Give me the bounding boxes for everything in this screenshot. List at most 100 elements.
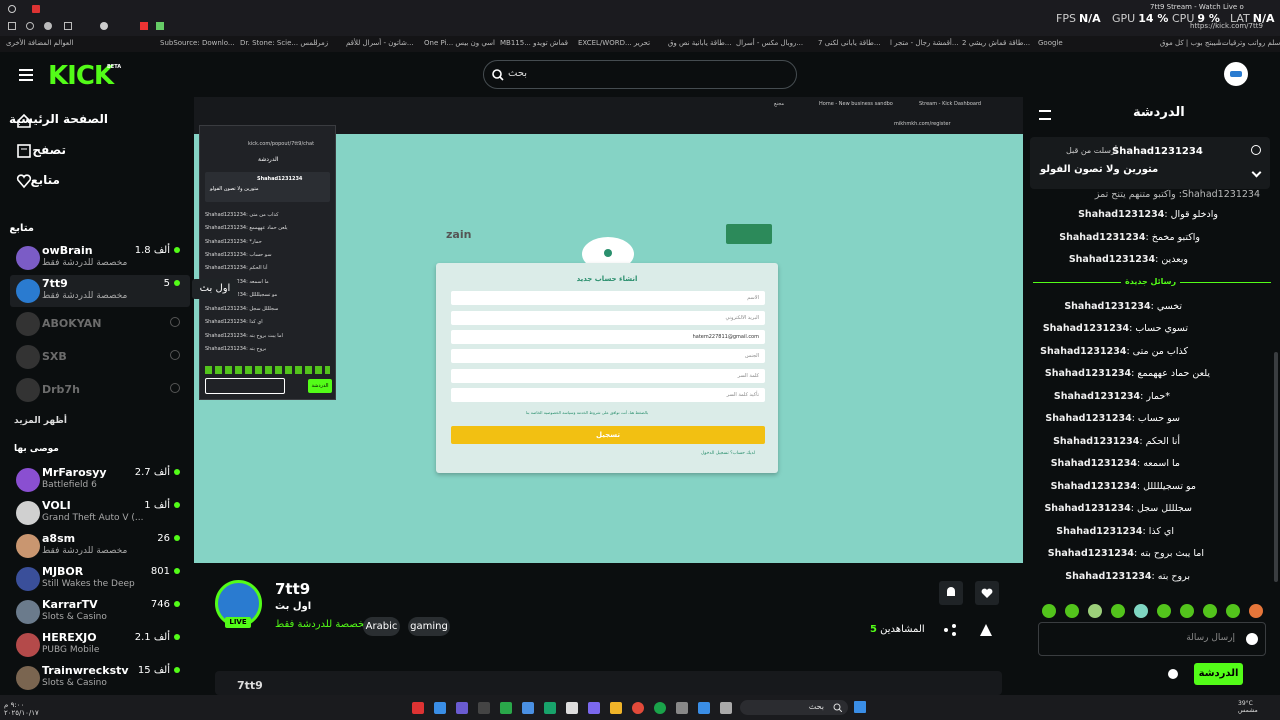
emote-icon[interactable] <box>1226 604 1240 618</box>
unpin-icon[interactable] <box>1251 145 1261 155</box>
settings-icon[interactable] <box>44 22 52 30</box>
reload-icon[interactable] <box>26 22 34 30</box>
active-tab-title[interactable]: 7tt9 Stream - Watch Live o <box>1150 3 1244 11</box>
sidebar-channel-active[interactable]: 7tt9 مخصصة للدردشة فقط 5 <box>10 275 190 307</box>
sidebar-channel-offline[interactable]: ABOKYAN <box>10 308 190 340</box>
weather-widget[interactable]: 39°C مشمس <box>1238 700 1258 714</box>
video-player[interactable]: Home - New business sandbo Stream - Kick… <box>194 97 1023 563</box>
report-icon[interactable] <box>980 624 992 636</box>
taskbar-clock[interactable]: ٩:٠٠ م ٢٠٢٥/١٠/١٧ <box>4 701 39 717</box>
extension-icon[interactable] <box>140 22 148 30</box>
chat-settings-icon[interactable] <box>1168 669 1178 679</box>
follow-button[interactable] <box>975 581 999 605</box>
bookmark[interactable]: Dr. Stone: Scie... المس <box>240 39 317 47</box>
recommended-channel[interactable]: KarrarTV Slots & Casino 746 <box>10 596 190 628</box>
star-icon[interactable] <box>64 22 72 30</box>
emote-icon[interactable] <box>1180 604 1194 618</box>
app-icon[interactable] <box>654 702 666 714</box>
app-icon[interactable] <box>434 702 446 714</box>
offline-icon <box>170 317 180 327</box>
chat-message: أنا الحكم :Shahad1231234 <box>1053 436 1180 447</box>
bookmark[interactable]: SubSource: Downlo... <box>160 39 235 47</box>
app-icon[interactable] <box>500 702 512 714</box>
recommended-channel[interactable]: MrFarosyy Battlefield 6 2.7 ألف <box>10 464 190 496</box>
emote-icon[interactable] <box>1088 604 1102 618</box>
notification-button[interactable] <box>939 581 963 605</box>
bookmark[interactable]: EXCEL/WORD... تحرير <box>578 39 650 47</box>
share-icon[interactable] <box>944 624 956 636</box>
collapse-chat-icon[interactable] <box>1039 110 1051 120</box>
bookmark[interactable]: طاقة يابانى لكنى 7... <box>818 39 881 47</box>
search-input[interactable]: بحث <box>508 68 527 79</box>
nav-home[interactable]: الصفحة الرئيسية <box>9 112 108 126</box>
app-icon[interactable] <box>544 702 556 714</box>
recommended-channel[interactable]: Trainwreckstv Slots & Casino 15 ألف <box>10 662 190 694</box>
bookmark[interactable]: روبال مكس - أسرال... <box>736 39 803 47</box>
beta-badge: BETA <box>107 64 122 70</box>
app-icon[interactable] <box>698 702 710 714</box>
tag-arabic[interactable]: Arabic <box>363 617 400 636</box>
search-bar[interactable]: بحث <box>483 60 797 89</box>
app-icon[interactable] <box>566 702 578 714</box>
emote-icon[interactable] <box>1157 604 1171 618</box>
chat-input[interactable]: إرسال رسالة <box>1038 622 1266 656</box>
send-chat-button[interactable]: الدردشة <box>1194 663 1243 685</box>
taskbar-search[interactable]: بحث <box>740 700 848 715</box>
emote-icon[interactable] <box>1111 604 1125 618</box>
emote-picker-icon[interactable] <box>1246 633 1258 645</box>
user-avatar[interactable] <box>1224 62 1248 86</box>
emote-icon[interactable] <box>1065 604 1079 618</box>
brand-logo <box>726 224 772 244</box>
tag-gaming[interactable]: gaming <box>408 617 450 636</box>
app-icon[interactable] <box>456 702 468 714</box>
recommended-channel[interactable]: MJBOR Still Wakes the Deep 801 <box>10 563 190 595</box>
hamburger-menu-icon[interactable] <box>19 69 33 71</box>
bookmark[interactable]: طاقة قماش ريشي 2... <box>962 39 1030 47</box>
browser-menu-icon[interactable] <box>8 5 16 13</box>
app-icon[interactable] <box>478 702 490 714</box>
bookmark[interactable]: MB115... قماش تويدو <box>500 39 568 47</box>
windows-start-icon[interactable] <box>854 701 866 713</box>
bookmark[interactable]: طاقة يابانية نص وق... <box>668 39 731 47</box>
bookmark[interactable]: شاتون - أسرال للأقم... <box>346 39 414 47</box>
emote-icon[interactable] <box>1134 604 1148 618</box>
app-icon[interactable] <box>720 702 732 714</box>
bookmark[interactable]: أقمشة رجال - متجر ا... <box>890 39 959 47</box>
recommended-channel[interactable]: a8sm مخصصة للدردشة فقط 26 <box>10 530 190 562</box>
file-explorer-icon[interactable] <box>610 702 622 714</box>
bookmark[interactable]: One Pi... اسي ون بيس <box>424 39 495 47</box>
stream-category[interactable]: مخصصة للدردشة فقط <box>275 619 370 630</box>
recommended-channel[interactable]: HEREXJO PUBG Mobile 2.1 ألف <box>10 629 190 661</box>
recommended-channel[interactable]: VOLI Grand Theft Auto V (... 1 ألف <box>10 497 190 529</box>
emote-icon[interactable] <box>1203 604 1217 618</box>
back-icon[interactable] <box>8 22 16 30</box>
sidebar-channel-offline[interactable]: SXB <box>10 341 190 373</box>
sidebar-channel-offline[interactable]: Drb7h <box>10 374 190 406</box>
nav-browse[interactable]: تصفح <box>32 143 66 157</box>
bookmark[interactable]: سيبتج بوب | كل موق... <box>1160 39 1228 47</box>
kick-logo[interactable]: KICK <box>48 61 114 91</box>
extension-icon[interactable] <box>100 22 108 30</box>
bookmark[interactable]: Google <box>1038 39 1063 47</box>
show-more-link[interactable]: أظهر المزيد <box>14 416 67 426</box>
bookmark-folder[interactable]: العوالم المضافة الأخرى <box>6 39 73 47</box>
chrome-icon[interactable] <box>632 702 644 714</box>
streamer-name[interactable]: 7tt9 <box>275 580 310 598</box>
recording-icon[interactable] <box>32 5 40 13</box>
app-icon[interactable] <box>522 702 534 714</box>
chevron-down-icon[interactable] <box>1251 167 1262 178</box>
emote-icon[interactable] <box>1249 604 1263 618</box>
sidebar-channel[interactable]: owBrain مخصصة للدردشة فقط 1.8 ألف <box>10 242 190 274</box>
extension-icon[interactable] <box>156 22 164 30</box>
chat-scrollbar[interactable] <box>1274 352 1278 582</box>
address-bar[interactable]: https://kick.com/7tt9 <box>1190 22 1263 30</box>
emote-icon[interactable] <box>1042 604 1056 618</box>
pinned-message[interactable]: Shahad1231234 أرسلت من قبل متورين ولا تص… <box>1030 137 1270 189</box>
chat-message: ما اسمعه :Shahad1231234 <box>1050 458 1180 469</box>
app-icon[interactable] <box>676 702 688 714</box>
chat-message: مو تسجيللللل :Shahad1231234 <box>1050 481 1196 492</box>
nav-following[interactable]: متابع <box>30 173 60 187</box>
app-icon[interactable] <box>412 702 424 714</box>
chat-panel: الدردشة Shahad1231234 أرسلت من قبل متوري… <box>1023 97 1280 695</box>
app-icon[interactable] <box>588 702 600 714</box>
